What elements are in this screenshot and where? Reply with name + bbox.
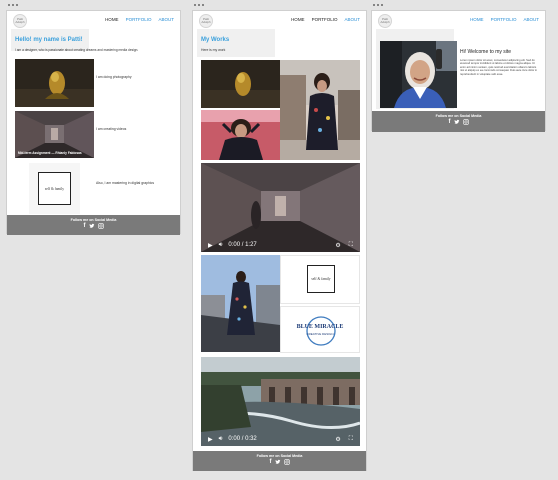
nav-about[interactable]: ABOUT <box>158 17 174 22</box>
play-icon[interactable]: ▶ <box>208 436 213 443</box>
video-player-2[interactable]: ▶ 🔊︎ 0:00 / 0:32 ⚙ ⛶ <box>201 357 360 446</box>
twitter-icon[interactable] <box>88 223 95 229</box>
site-logo[interactable]: Patti Adolph <box>13 14 27 28</box>
facebook-icon[interactable]: f <box>84 223 86 230</box>
gallery-photo-4[interactable] <box>201 255 280 352</box>
nav-portfolio[interactable]: PORTFOLIO <box>491 17 517 22</box>
logo-card-2[interactable]: BLUE MIRACLE CREATIVE DESIGN <box>280 306 360 353</box>
about-body: Lorem ipsum dolor sit amet, consectetur … <box>460 59 538 76</box>
instagram-icon[interactable] <box>283 459 290 465</box>
header: Patti Adolph HOME PORTFOLIO ABOUT <box>193 11 366 29</box>
photography-image[interactable] <box>15 59 94 107</box>
twitter-icon[interactable] <box>274 459 281 465</box>
nav-home[interactable]: HOME <box>105 17 119 22</box>
social-links: f <box>7 223 180 230</box>
gallery-photo-2[interactable] <box>280 60 360 160</box>
graphic-logo-box: self & family <box>38 172 71 205</box>
profile-photo <box>380 41 457 108</box>
footer: Follow me on Social Media f <box>372 111 545 132</box>
volume-icon[interactable]: 🔊︎ <box>219 436 223 443</box>
video-overlay-text: Mid-term Assignment — Rhianly Fabiosas <box>18 151 82 155</box>
photography-caption: I am doing photography <box>96 75 132 79</box>
home-window: Patti Adolph HOME PORTFOLIO ABOUT Hello!… <box>6 10 181 235</box>
video-controls-1: ▶ 🔊︎ 0:00 / 1:27 ⚙ ⛶ <box>201 238 360 252</box>
settings-icon[interactable]: ⚙ <box>335 242 340 249</box>
site-logo[interactable]: Patti Adolph <box>378 14 392 28</box>
gallery-photo-1[interactable] <box>201 60 280 108</box>
site-logo[interactable]: Patti Adolph <box>199 14 213 28</box>
nav-menu: HOME PORTFOLIO ABOUT <box>291 17 360 22</box>
window-dots <box>8 4 18 6</box>
logo-card-2-title: BLUE MIRACLE <box>296 324 344 330</box>
gallery-photo-3[interactable] <box>201 110 280 160</box>
page-title: Hello! my name is Patti! <box>15 37 83 43</box>
header: Patti Adolph HOME PORTFOLIO ABOUT <box>372 11 545 29</box>
instagram-icon[interactable] <box>97 223 104 229</box>
page-subtitle: Here is my work <box>201 48 226 52</box>
facebook-icon[interactable]: f <box>270 459 272 466</box>
fullscreen-icon[interactable]: ⛶ <box>349 436 353 443</box>
nav-home[interactable]: HOME <box>291 17 305 22</box>
logo-card-1-mark: self & family <box>307 265 335 293</box>
social-links: f <box>193 459 366 466</box>
window-dots <box>373 4 383 6</box>
footer-text: Follow me on Social Media <box>435 114 482 118</box>
settings-icon[interactable]: ⚙ <box>335 436 340 443</box>
footer: Follow me on Social Media f <box>7 215 180 235</box>
about-window: Patti Adolph HOME PORTFOLIO ABOUT Hi! We… <box>371 10 546 132</box>
twitter-icon[interactable] <box>453 119 460 125</box>
video-time-2: 0:00 / 0:32 <box>228 436 257 442</box>
blue-miracle-ring <box>306 316 336 346</box>
nav-about[interactable]: ABOUT <box>523 17 539 22</box>
page-title: My Works <box>201 37 230 43</box>
graphic-card[interactable]: self & family <box>29 163 80 214</box>
video-player-1[interactable]: ▶ 🔊︎ 0:00 / 1:27 ⚙ ⛶ <box>201 163 360 252</box>
nav-about[interactable]: ABOUT <box>344 17 360 22</box>
nav-menu: HOME PORTFOLIO ABOUT <box>470 17 539 22</box>
logo-card-2-sub: CREATIVE DESIGN <box>306 332 334 336</box>
portfolio-window: Patti Adolph HOME PORTFOLIO ABOUT My Wor… <box>192 10 367 471</box>
intro-text: I am a designer, who is passionate about… <box>15 48 139 52</box>
title-band <box>197 29 275 57</box>
logo-card-1[interactable]: self & family <box>280 255 360 304</box>
nav-home[interactable]: HOME <box>470 17 484 22</box>
footer-text: Follow me on Social Media <box>256 454 303 458</box>
video-caption: I am creating videos <box>96 127 127 131</box>
instagram-icon[interactable] <box>462 119 469 125</box>
fullscreen-icon[interactable]: ⛶ <box>349 242 353 249</box>
play-icon[interactable]: ▶ <box>208 242 213 249</box>
nav-portfolio[interactable]: PORTFOLIO <box>126 17 152 22</box>
video-controls-2: ▶ 🔊︎ 0:00 / 0:32 ⚙ ⛶ <box>201 432 360 446</box>
video-time-1: 0:00 / 1:27 <box>228 242 257 248</box>
footer-text: Follow me on Social Media <box>70 218 117 222</box>
footer: Follow me on Social Media f <box>193 451 366 471</box>
header: Patti Adolph HOME PORTFOLIO ABOUT <box>7 11 180 29</box>
volume-icon[interactable]: 🔊︎ <box>219 242 223 249</box>
about-title: Hi! Welcome to my site <box>460 49 512 55</box>
social-links: f <box>372 119 545 126</box>
nav-menu: HOME PORTFOLIO ABOUT <box>105 17 174 22</box>
video-thumbnail[interactable]: Mid-term Assignment — Rhianly Fabiosas <box>15 111 94 158</box>
graphic-caption: Also, I am mastering in digital graphics <box>96 181 155 185</box>
facebook-icon[interactable]: f <box>449 119 451 126</box>
nav-portfolio[interactable]: PORTFOLIO <box>312 17 338 22</box>
window-dots <box>194 4 204 6</box>
